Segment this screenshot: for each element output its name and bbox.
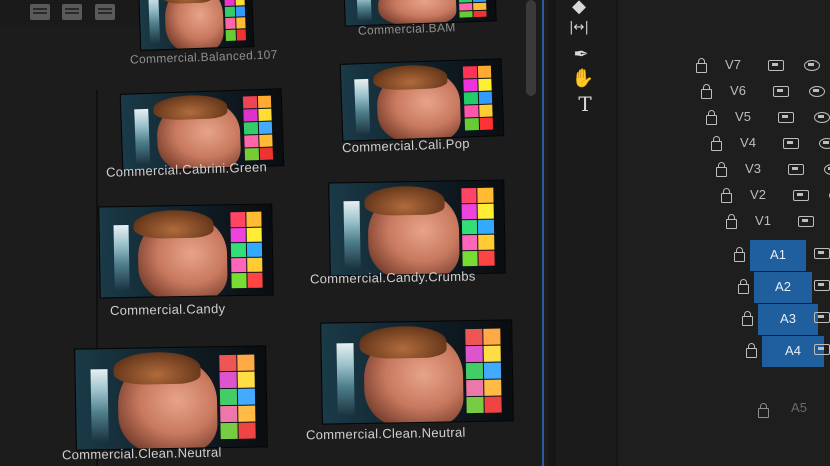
track-lock-icon[interactable] bbox=[746, 343, 757, 358]
lut-thumbnail[interactable] bbox=[329, 180, 505, 276]
track-toggle-icon[interactable] bbox=[814, 280, 830, 291]
hand-tool-icon[interactable]: ✋ bbox=[570, 68, 596, 89]
lut-label: Commercial.BAM bbox=[357, 20, 456, 38]
sync-lock-icon[interactable] bbox=[768, 60, 784, 71]
lut-thumbnail[interactable] bbox=[99, 204, 273, 298]
lut-thumbnail[interactable] bbox=[321, 320, 513, 424]
lut-label: Commercial.Clean.Neutral bbox=[305, 424, 466, 443]
razor-tool-icon[interactable]: ◆ bbox=[566, 0, 592, 17]
color-chart bbox=[219, 354, 256, 440]
sync-lock-icon[interactable] bbox=[798, 216, 814, 227]
grayscale-ramp bbox=[134, 109, 151, 165]
audio-source-target[interactable]: A2 bbox=[754, 272, 812, 303]
sync-lock-icon[interactable] bbox=[778, 112, 794, 123]
video-track-header[interactable]: V6 bbox=[618, 80, 830, 104]
track-lock-icon[interactable] bbox=[716, 162, 727, 177]
track-name: V5 bbox=[735, 109, 751, 124]
video-track-header[interactable]: V4 bbox=[618, 132, 830, 156]
track-lock-icon[interactable] bbox=[758, 403, 769, 418]
grayscale-ramp bbox=[354, 79, 371, 135]
track-lock-icon[interactable] bbox=[701, 84, 712, 99]
sync-lock-icon[interactable] bbox=[773, 86, 789, 97]
eye-icon[interactable] bbox=[804, 60, 820, 71]
track-lock-icon[interactable] bbox=[721, 188, 732, 203]
grayscale-ramp bbox=[90, 369, 110, 442]
video-track-header[interactable]: V2 bbox=[618, 184, 830, 208]
track-lock-icon[interactable] bbox=[742, 311, 753, 326]
pen-tool-icon[interactable]: ✒ bbox=[568, 44, 594, 65]
lut-label: Commercial.Clean.Neutral bbox=[61, 444, 222, 463]
sync-lock-icon[interactable] bbox=[788, 164, 804, 175]
subject-face bbox=[163, 0, 225, 50]
browser-toolbar bbox=[0, 0, 150, 26]
audio-source-target[interactable]: A1 bbox=[750, 240, 806, 271]
lut-thumbnail[interactable] bbox=[340, 59, 504, 141]
timeline-track-headers: V7 V6 V5 V4 V3 V2 V1 A1 A2 A3 A4 A5 bbox=[618, 0, 830, 466]
grayscale-ramp bbox=[343, 201, 361, 268]
lut-label: Commercial.Cali.Pop bbox=[341, 135, 471, 156]
list-view-icon[interactable] bbox=[30, 4, 50, 20]
lut-thumbnail[interactable] bbox=[75, 346, 267, 450]
lut-thumbnail[interactable] bbox=[138, 0, 254, 50]
video-track-header[interactable]: V5 bbox=[618, 106, 830, 130]
panel-focus-border bbox=[542, 0, 544, 466]
eye-icon[interactable] bbox=[809, 86, 825, 97]
video-track-header[interactable]: V7 bbox=[618, 54, 830, 78]
icon-view-icon[interactable] bbox=[62, 4, 82, 20]
track-name: A5 bbox=[791, 400, 807, 415]
sync-lock-icon[interactable] bbox=[793, 190, 809, 201]
track-name: V2 bbox=[750, 187, 766, 202]
sync-lock-icon[interactable] bbox=[783, 138, 799, 149]
track-name: V6 bbox=[730, 83, 746, 98]
video-track-header[interactable]: V3 bbox=[618, 158, 830, 182]
color-chart bbox=[458, 0, 487, 19]
subject-hair bbox=[364, 185, 445, 217]
track-lock-icon[interactable] bbox=[726, 214, 737, 229]
freeform-view-icon[interactable] bbox=[95, 4, 115, 20]
lut-label: Commercial.Balanced.107 bbox=[129, 47, 278, 67]
color-chart bbox=[461, 188, 495, 266]
subject-hair bbox=[113, 351, 202, 385]
video-track-header[interactable]: V1 bbox=[618, 210, 830, 234]
grayscale-ramp bbox=[113, 224, 130, 291]
eye-icon[interactable] bbox=[814, 112, 830, 123]
track-toggle-icon[interactable] bbox=[814, 248, 830, 259]
color-chart bbox=[242, 95, 274, 161]
grayscale-ramp bbox=[356, 0, 372, 22]
color-chart bbox=[465, 328, 502, 414]
color-chart bbox=[224, 0, 247, 42]
subject-hair bbox=[133, 209, 214, 240]
eye-icon[interactable] bbox=[819, 138, 830, 149]
slip-tool-icon[interactable]: |↔| bbox=[566, 20, 592, 35]
type-tool-icon[interactable]: T bbox=[572, 92, 598, 116]
lut-label: Commercial.Candy.Crumbs bbox=[309, 268, 476, 287]
track-name: V4 bbox=[740, 135, 756, 150]
audio-source-target[interactable]: A3 bbox=[758, 304, 818, 335]
tools-panel: ◆ |↔| ✒ ✋ T bbox=[556, 0, 616, 466]
lut-browser-panel: Commercial.Balanced.107 Commercial.BAM Com… bbox=[0, 0, 548, 466]
track-lock-icon[interactable] bbox=[696, 58, 707, 73]
track-name: V1 bbox=[755, 213, 771, 228]
subject-hair bbox=[359, 325, 448, 359]
track-name: V7 bbox=[725, 57, 741, 72]
track-toggle-icon[interactable] bbox=[814, 312, 830, 323]
color-chart bbox=[230, 211, 263, 288]
browser-scrollbar[interactable] bbox=[526, 0, 536, 96]
lut-label: Commercial.Candy bbox=[109, 300, 226, 319]
track-lock-icon[interactable] bbox=[706, 110, 717, 125]
track-lock-icon[interactable] bbox=[711, 136, 722, 151]
grayscale-ramp bbox=[148, 0, 161, 45]
grayscale-ramp bbox=[336, 343, 356, 416]
eye-icon[interactable] bbox=[824, 164, 830, 175]
track-lock-icon[interactable] bbox=[738, 279, 749, 294]
track-toggle-icon[interactable] bbox=[814, 344, 830, 355]
track-lock-icon[interactable] bbox=[734, 247, 745, 262]
color-chart bbox=[462, 65, 494, 131]
track-name: V3 bbox=[745, 161, 761, 176]
